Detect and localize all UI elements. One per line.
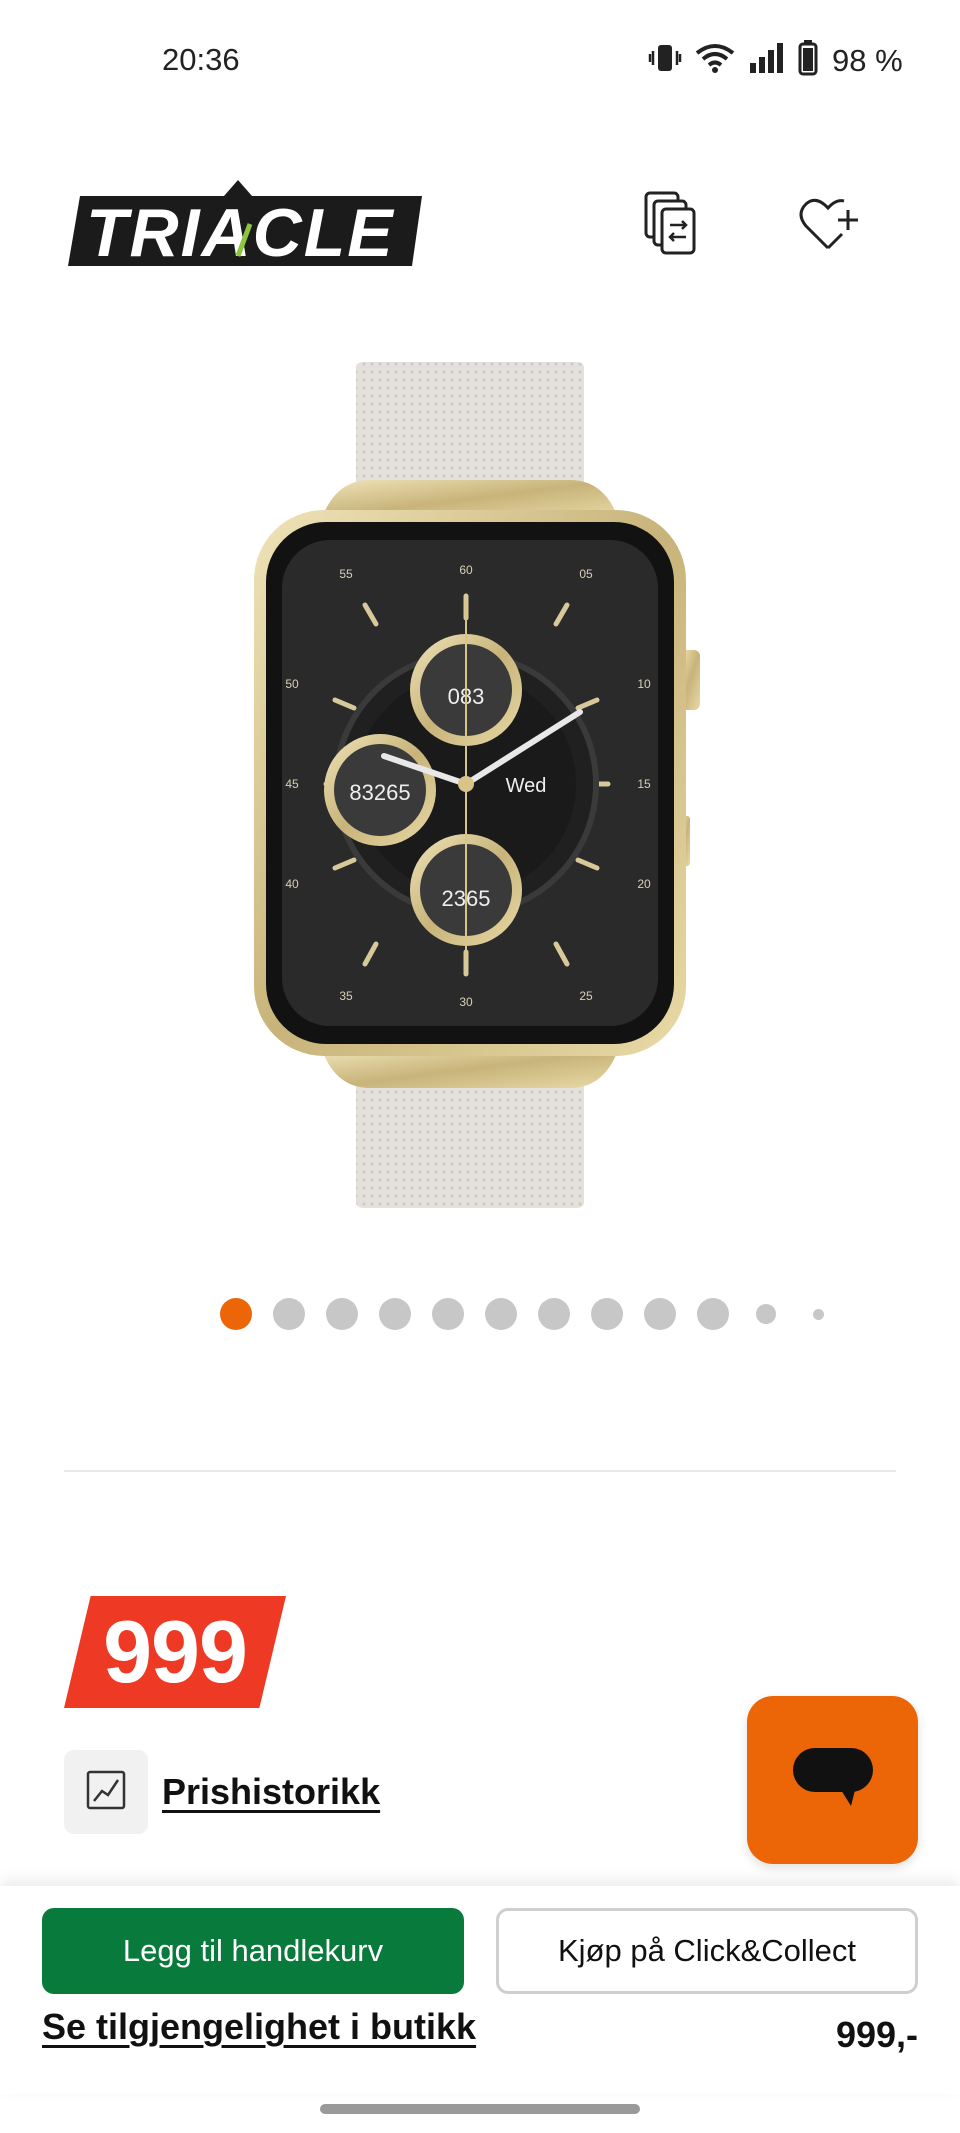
triacle-logo[interactable]: TRIACLE	[66, 178, 428, 271]
compare-button[interactable]	[632, 186, 712, 266]
bottom-price: 999,-	[835, 2014, 918, 2055]
carousel-dot[interactable]	[538, 1298, 570, 1330]
svg-text:55: 55	[339, 567, 353, 581]
svg-text:50: 50	[285, 677, 299, 691]
price-history-label[interactable]: Prishistorikk	[162, 1771, 380, 1813]
carousel-dot[interactable]	[432, 1298, 464, 1330]
battery-icon	[798, 40, 818, 81]
svg-text:45: 45	[285, 777, 299, 791]
chat-icon	[791, 1746, 875, 1815]
price-badge-value: 999	[103, 1602, 248, 1701]
svg-text:40: 40	[285, 877, 299, 891]
svg-text:10: 10	[637, 677, 651, 691]
carousel-dot[interactable]	[591, 1298, 623, 1330]
product-page: 20:36 98 % TRIACLE 60 05 10 15 20 25 30 …	[0, 0, 960, 2133]
heart-plus-icon	[798, 196, 862, 257]
signal-icon	[748, 41, 786, 80]
carousel-dot[interactable]	[220, 1298, 252, 1330]
carousel-dots	[220, 1298, 834, 1330]
carousel-dot[interactable]	[697, 1298, 729, 1330]
price-badge: 999	[64, 1596, 286, 1708]
carousel-dot[interactable]	[273, 1298, 305, 1330]
logo-text: TRIACLE	[86, 195, 395, 268]
carousel-dot[interactable]	[644, 1298, 676, 1330]
carousel-dot[interactable]	[485, 1298, 517, 1330]
product-image[interactable]: 60 05 10 15 20 25 30 35 40 45 50 55 083	[240, 360, 720, 1220]
price-history-icon-box	[64, 1750, 148, 1834]
svg-text:20: 20	[637, 877, 651, 891]
battery-percent: 98 %	[832, 42, 903, 78]
carousel-dot[interactable]	[813, 1308, 824, 1320]
svg-text:30: 30	[459, 995, 473, 1009]
svg-text:60: 60	[459, 563, 473, 577]
chat-button[interactable]	[747, 1696, 918, 1864]
carousel-dot[interactable]	[379, 1298, 411, 1330]
svg-text:25: 25	[579, 989, 593, 1003]
svg-text:15: 15	[637, 777, 651, 791]
status-time: 20:36	[162, 42, 240, 77]
vibrate-icon	[648, 41, 682, 80]
svg-text:35: 35	[339, 989, 353, 1003]
svg-text:05: 05	[579, 567, 593, 581]
wishlist-button[interactable]	[790, 186, 870, 266]
compare-icon	[642, 191, 702, 262]
line-chart-icon	[85, 1769, 127, 1816]
status-bar: 20:36 98 %	[0, 0, 960, 120]
wifi-icon	[694, 41, 736, 80]
section-divider	[64, 1470, 896, 1472]
click-collect-button[interactable]: Kjøp på Click&Collect	[496, 1908, 918, 1994]
carousel-dot[interactable]	[756, 1304, 776, 1324]
status-icons: 98 %	[648, 40, 903, 81]
add-to-cart-button[interactable]: Legg til handlekurv	[42, 1908, 464, 1994]
carousel-dot[interactable]	[326, 1298, 358, 1330]
bottom-action-bar: Legg til handlekurv Kjøp på Click&Collec…	[0, 1886, 960, 2094]
svg-text:83265: 83265	[349, 780, 410, 805]
store-availability-link[interactable]: Se tilgjengelighet i butikk	[42, 2006, 476, 2048]
price-history-link[interactable]: Prishistorikk	[64, 1750, 380, 1834]
svg-text:Wed: Wed	[506, 775, 547, 797]
gesture-nav-handle[interactable]	[320, 2104, 640, 2114]
